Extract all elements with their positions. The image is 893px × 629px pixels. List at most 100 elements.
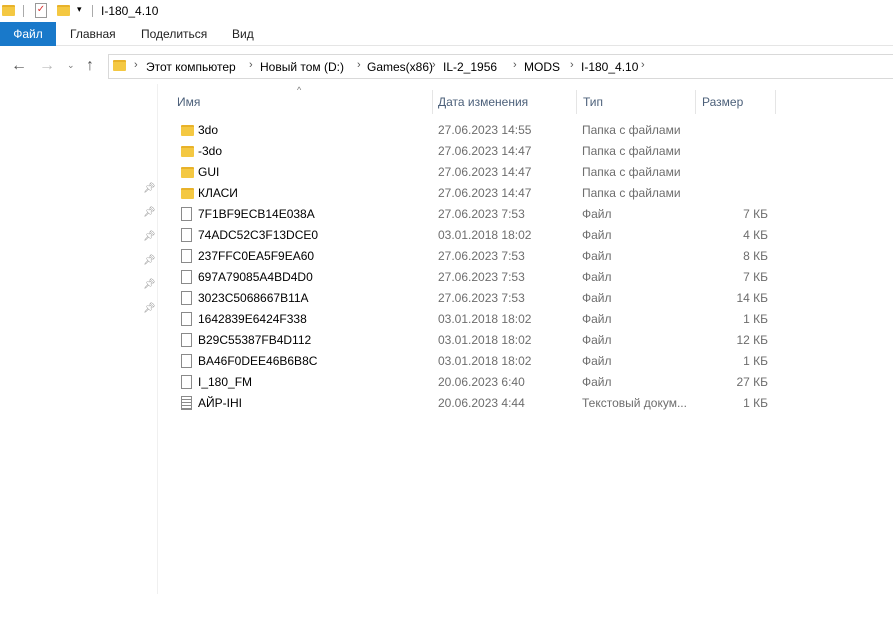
file-size: 1 КБ xyxy=(743,396,768,410)
file-type: Папка с файлами xyxy=(582,186,681,200)
file-icon xyxy=(181,375,192,389)
file-type: Файл xyxy=(582,270,612,284)
properties-icon[interactable]: ✓ xyxy=(35,3,47,18)
back-arrow-icon[interactable]: ← xyxy=(11,57,27,75)
tab-file[interactable]: Файл xyxy=(0,22,56,46)
file-size: 1 КБ xyxy=(743,354,768,368)
file-size: 1 КБ xyxy=(743,312,768,326)
file-row[interactable]: 3do 27.06.2023 14:55 Папка с файлами xyxy=(170,120,780,141)
file-date: 27.06.2023 14:55 xyxy=(438,123,532,137)
file-date: 03.01.2018 18:02 xyxy=(438,228,532,242)
file-date: 03.01.2018 18:02 xyxy=(438,333,532,347)
tab-view[interactable]: Вид xyxy=(232,22,254,46)
file-name: 74ADC52C3F13DCE0 xyxy=(198,228,319,242)
pin-icon[interactable]: 📌︎ xyxy=(143,279,156,290)
file-row[interactable]: -3do 27.06.2023 14:47 Папка с файлами xyxy=(170,141,780,162)
file-icon xyxy=(181,270,192,284)
file-size: 7 КБ xyxy=(743,207,768,221)
file-type: Файл xyxy=(582,249,612,263)
file-date: 27.06.2023 14:47 xyxy=(438,144,532,158)
file-name: 3023C5068667B11A xyxy=(198,291,309,305)
file-type: Файл xyxy=(582,375,612,389)
column-header-name[interactable]: Имя xyxy=(177,95,200,109)
ribbon-tabs: Файл Главная Поделиться Вид xyxy=(0,22,893,46)
column-divider[interactable] xyxy=(432,90,433,114)
file-name: 697A79085A4BD4D0 xyxy=(198,270,313,284)
text-file-icon xyxy=(181,396,192,410)
folder-icon xyxy=(181,146,194,157)
file-name: 3do xyxy=(198,123,219,137)
breadcrumb-drive[interactable]: Новый том (D:) xyxy=(260,60,344,74)
file-type: Файл xyxy=(582,312,612,326)
folder-icon xyxy=(181,125,194,136)
file-row[interactable]: 697A79085A4BD4D0 27.06.2023 7:53 Файл 7 КБ xyxy=(170,267,780,288)
file-row[interactable]: B29C55387FB4D112 03.01.2018 18:02 Файл 12 К… xyxy=(170,330,780,351)
file-row[interactable]: 74ADC52C3F13DCE0 03.01.2018 18:02 Файл 4 КБ xyxy=(170,225,780,246)
up-arrow-icon[interactable]: ↑ xyxy=(86,57,94,75)
file-icon xyxy=(181,354,192,368)
file-row[interactable]: АЙР-IHI 20.06.2023 4:44 Текстовый докум...… xyxy=(170,393,780,414)
breadcrumb-games[interactable]: Games(x86) xyxy=(367,60,433,74)
address-bar[interactable]: › Этот компьютер › Новый том (D:) › Game… xyxy=(108,54,893,79)
new-folder-icon[interactable] xyxy=(57,5,70,16)
file-date: 27.06.2023 7:53 xyxy=(438,249,525,263)
file-name: АЙР-IHI xyxy=(198,396,242,410)
file-row[interactable]: 1642839E6424F338 03.01.2018 18:02 Файл 1 КБ xyxy=(170,309,780,330)
file-row[interactable]: КЛАСИ 27.06.2023 14:47 Папка с файлами xyxy=(170,183,780,204)
file-row[interactable]: BA46F0DEE46B6B8C 03.01.2018 18:02 Файл 1 КБ xyxy=(170,351,780,372)
file-type: Папка с файлами xyxy=(582,144,681,158)
column-divider[interactable] xyxy=(576,90,577,114)
tab-share[interactable]: Поделиться xyxy=(141,22,207,46)
file-row[interactable]: I_180_FM 20.06.2023 6:40 Файл 27 КБ xyxy=(170,372,780,393)
file-icon xyxy=(181,228,192,242)
divider xyxy=(23,5,24,17)
title-bar: ✓ ▾ I-180_4.10 xyxy=(0,0,893,22)
breadcrumb-current[interactable]: I-180_4.10 xyxy=(581,60,638,74)
file-date: 27.06.2023 7:53 xyxy=(438,207,525,221)
column-divider[interactable] xyxy=(775,90,776,114)
file-size: 27 КБ xyxy=(736,375,768,389)
file-row[interactable]: 3023C5068667B11A 27.06.2023 7:53 Файл 14 КБ xyxy=(170,288,780,309)
quick-access-dropdown-icon[interactable]: ▾ xyxy=(77,4,82,15)
file-icon xyxy=(181,312,192,326)
file-name: B29C55387FB4D112 xyxy=(198,333,312,347)
file-date: 27.06.2023 14:47 xyxy=(438,186,532,200)
tab-home[interactable]: Главная xyxy=(70,22,116,46)
pin-icon[interactable]: 📌︎ xyxy=(143,183,156,194)
file-size: 7 КБ xyxy=(743,270,768,284)
file-size: 4 КБ xyxy=(743,228,768,242)
file-row[interactable]: GUI 27.06.2023 14:47 Папка с файлами xyxy=(170,162,780,183)
column-header-date[interactable]: Дата изменения xyxy=(438,95,528,109)
window-title: I-180_4.10 xyxy=(101,4,159,18)
folder-icon xyxy=(2,5,15,16)
breadcrumb-this-pc[interactable]: Этот компьютер xyxy=(146,60,236,74)
column-header-size[interactable]: Размер xyxy=(702,95,743,109)
pin-icon[interactable]: 📌︎ xyxy=(143,207,156,218)
file-type: Файл xyxy=(582,228,612,242)
file-type: Файл xyxy=(582,291,612,305)
file-name: 1642839E6424F338 xyxy=(198,312,307,326)
chevron-right-icon: › xyxy=(641,59,645,71)
pin-icon[interactable]: 📌︎ xyxy=(143,231,156,242)
file-icon xyxy=(181,249,192,263)
file-size: 12 КБ xyxy=(736,333,768,347)
file-name: -3do xyxy=(198,144,223,158)
column-header-type[interactable]: Тип xyxy=(583,95,603,109)
pin-icon[interactable]: 📌︎ xyxy=(143,303,156,314)
pin-icon[interactable]: 📌︎ xyxy=(143,255,156,266)
folder-icon xyxy=(181,188,194,199)
file-date: 20.06.2023 4:44 xyxy=(438,396,525,410)
divider xyxy=(92,5,93,17)
file-type: Папка с файлами xyxy=(582,165,681,179)
file-date: 20.06.2023 6:40 xyxy=(438,375,525,389)
column-divider[interactable] xyxy=(695,90,696,114)
breadcrumb-mods[interactable]: MODS xyxy=(524,60,560,74)
chevron-right-icon: › xyxy=(432,59,436,71)
file-size: 8 КБ xyxy=(743,249,768,263)
file-row[interactable]: 237FFC0EA5F9EA60 27.06.2023 7:53 Файл 8 КБ xyxy=(170,246,780,267)
recent-locations-chevron-icon[interactable]: ⌄ xyxy=(67,60,75,71)
file-name: BA46F0DEE46B6B8C xyxy=(198,354,318,368)
breadcrumb-il2[interactable]: IL-2_1956 xyxy=(443,60,497,74)
forward-arrow-icon[interactable]: → xyxy=(39,57,55,75)
file-row[interactable]: 7F1BF9ECB14E038A 27.06.2023 7:53 Файл 7 КБ xyxy=(170,204,780,225)
